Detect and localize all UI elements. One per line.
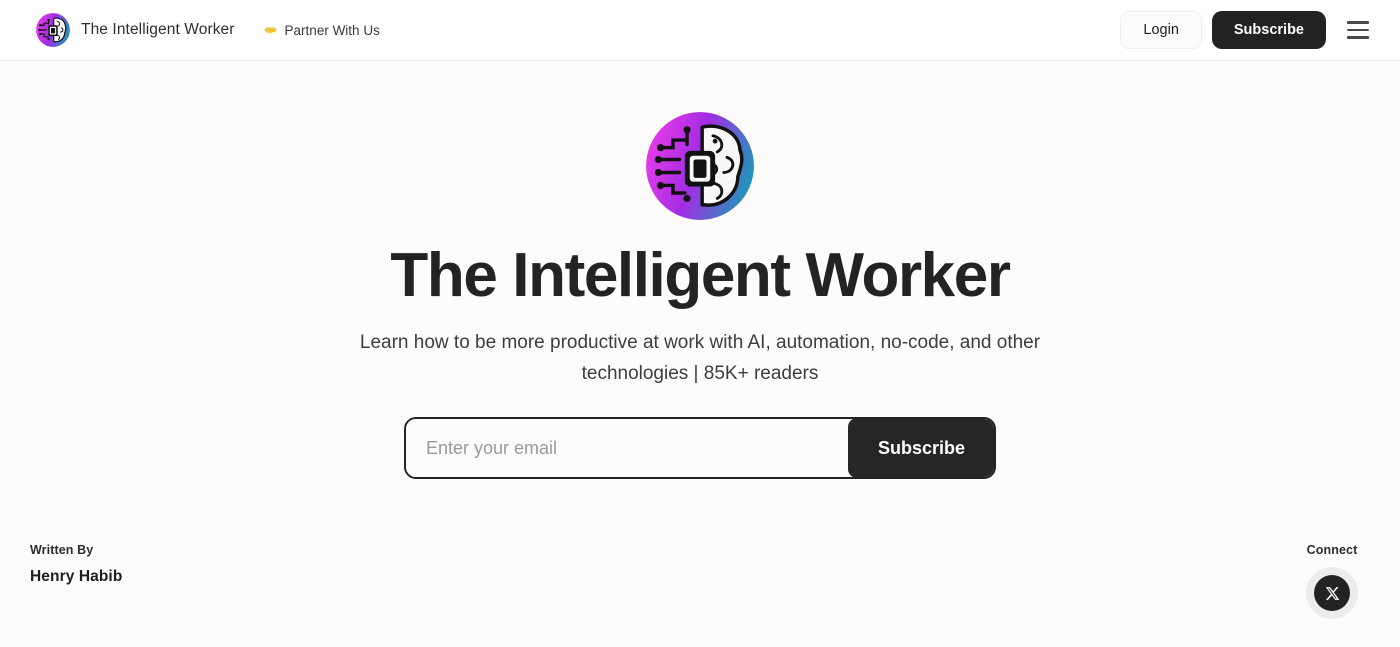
written-by-label: Written By bbox=[30, 543, 94, 557]
hamburger-bar bbox=[1347, 21, 1369, 24]
subscribe-button-form[interactable]: Subscribe bbox=[847, 419, 994, 478]
page-root: The Intelligent Worker Partner With Us L… bbox=[0, 0, 1400, 647]
hero-subtitle: Learn how to be more productive at work … bbox=[359, 331, 1041, 384]
brain-circuit-logo-icon bbox=[36, 13, 70, 47]
hamburger-bar bbox=[1347, 28, 1369, 32]
partner-with-us-link[interactable]: Partner With Us bbox=[263, 23, 380, 38]
login-button[interactable]: Login bbox=[1120, 10, 1202, 50]
x-twitter-link[interactable] bbox=[1306, 567, 1358, 619]
social-links-row bbox=[1306, 567, 1358, 619]
hamburger-menu-icon[interactable] bbox=[1340, 12, 1376, 48]
subscribe-button-header[interactable]: Subscribe bbox=[1211, 10, 1326, 50]
brain-circuit-logo-icon bbox=[646, 112, 754, 220]
author-name[interactable]: Henry Habib bbox=[30, 568, 122, 586]
hero-section: The Intelligent Worker Learn how to be m… bbox=[0, 61, 1400, 527]
connect-label: Connect bbox=[1306, 543, 1358, 557]
page-title: The Intelligent Worker bbox=[390, 241, 1011, 310]
site-footer: Written By Henry Habib Connect bbox=[0, 527, 1400, 647]
x-twitter-icon bbox=[1314, 575, 1350, 611]
email-signup-form: Subscribe bbox=[404, 417, 996, 480]
partner-with-us-label: Partner With Us bbox=[284, 22, 380, 38]
header-right-group: Login Subscribe bbox=[1120, 10, 1376, 50]
brand-name-text: The Intelligent Worker bbox=[81, 21, 235, 38]
hamburger-bar bbox=[1347, 36, 1369, 39]
connect-block: Connect bbox=[1306, 543, 1358, 619]
site-header: The Intelligent Worker Partner With Us L… bbox=[0, 0, 1400, 61]
header-left-group: The Intelligent Worker Partner With Us bbox=[36, 13, 380, 47]
email-input[interactable] bbox=[406, 419, 848, 478]
handshake-icon bbox=[263, 23, 278, 38]
written-by-block: Written By Henry Habib bbox=[30, 543, 122, 586]
brand-home-link[interactable]: The Intelligent Worker bbox=[36, 13, 235, 47]
